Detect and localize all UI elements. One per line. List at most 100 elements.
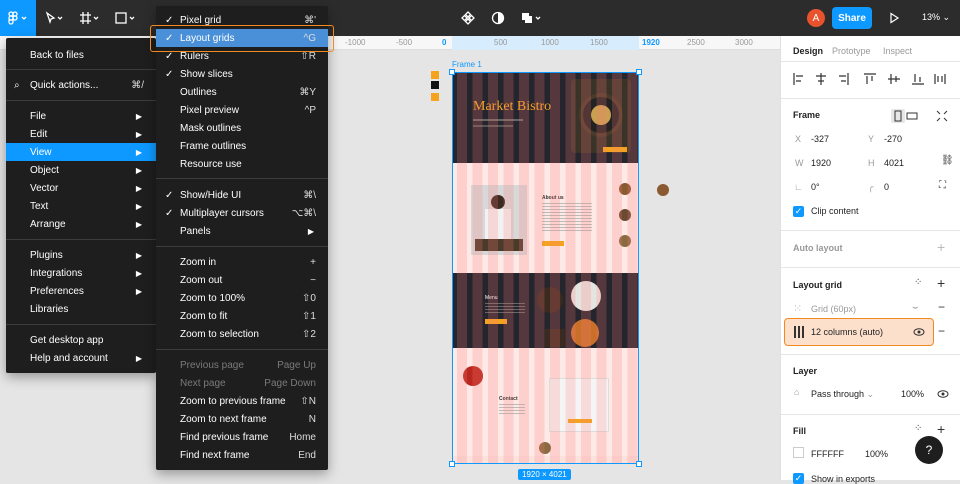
help-button[interactable]: ? (915, 436, 943, 464)
view-menu-item-zoom-to-previous-frame[interactable]: Zoom to previous frame ⇧N (156, 392, 328, 410)
view-menu-item-multiplayer-cursors[interactable]: ✓ Multiplayer cursors ⌥⌘\ (156, 204, 328, 222)
main-menu-item-file[interactable]: File ▶ (6, 107, 156, 125)
grid-styles-icon[interactable]: ⁘ (914, 277, 922, 288)
fill-opacity-field[interactable]: 100% (865, 449, 888, 459)
main-menu-item-help-and-account[interactable]: Help and account ▶ (6, 349, 156, 367)
view-menu-item-zoom-to-100[interactable]: Zoom to 100% ⇧0 (156, 289, 328, 307)
independent-corners-icon[interactable]: ⛶ (939, 180, 946, 191)
form-button (568, 419, 592, 423)
floating-image[interactable] (657, 184, 669, 196)
show-in-exports-checkbox[interactable]: ✓ (793, 473, 804, 484)
x-field[interactable]: -327 (811, 134, 829, 144)
eye-icon[interactable] (913, 327, 925, 337)
main-menu-item-vector[interactable]: Vector ▶ (6, 179, 156, 197)
view-menu-item-zoom-in[interactable]: Zoom in + (156, 253, 328, 271)
view-menu-item-pixel-grid[interactable]: ✓ Pixel grid ⌘' (156, 11, 328, 29)
view-menu-item-zoom-to-selection[interactable]: Zoom to selection ⇧2 (156, 325, 328, 343)
h-field[interactable]: 4021 (884, 158, 904, 168)
share-button[interactable]: Share (832, 7, 872, 29)
tab-inspect[interactable]: Inspect (883, 46, 912, 56)
view-menu-item-frame-outlines[interactable]: Frame outlines (156, 137, 328, 155)
frame-label[interactable]: Frame 1 (452, 60, 482, 69)
layer-opacity[interactable]: 100% (901, 389, 924, 399)
mask-tool[interactable] (488, 0, 508, 36)
view-menu-item-resource-use[interactable]: Resource use (156, 155, 328, 173)
menu-item-label: View (30, 146, 52, 158)
resize-handle[interactable] (449, 461, 455, 467)
eye-icon[interactable] (937, 389, 949, 399)
tab-prototype[interactable]: Prototype (832, 46, 871, 56)
view-menu-item-layout-grids[interactable]: ✓ Layout grids ^G (156, 29, 328, 47)
zoom-level[interactable]: 13% ⌄ (922, 12, 950, 23)
main-menu-item-view[interactable]: View ▶ (6, 143, 156, 161)
main-menu-item-back-to-files[interactable]: Back to files (6, 46, 156, 64)
blend-mode-select[interactable]: Pass through ⌄ (811, 389, 874, 400)
view-menu-item-show-slices[interactable]: ✓ Show slices (156, 65, 328, 83)
w-field[interactable]: 1920 (811, 158, 831, 168)
chef-image (471, 185, 527, 255)
resize-handle[interactable] (636, 461, 642, 467)
fill-styles-icon[interactable]: ⁘ (914, 423, 922, 434)
hero-image (571, 79, 631, 153)
grid-columns-row[interactable]: 12 columns (auto) (784, 318, 934, 346)
menu-text (485, 303, 525, 313)
fill-swatch[interactable] (793, 447, 804, 458)
y-field[interactable]: -270 (884, 134, 902, 144)
view-menu-item-rulers[interactable]: ✓ Rulers ⇧R (156, 47, 328, 65)
fill-hex-field[interactable]: FFFFFF (811, 449, 844, 459)
view-menu-item-zoom-to-next-frame[interactable]: Zoom to next frame N (156, 410, 328, 428)
view-menu-item-zoom-out[interactable]: Zoom out − (156, 271, 328, 289)
view-menu-item-find-previous-frame[interactable]: Find previous frame Home (156, 428, 328, 446)
view-menu-item-pixel-preview[interactable]: Pixel preview ^P (156, 101, 328, 119)
design-frame[interactable]: Market Bistro About us Menu Contact (452, 72, 639, 464)
main-menu-item-integrations[interactable]: Integrations ▶ (6, 264, 156, 282)
view-menu-item-mask-outlines[interactable]: Mask outlines (156, 119, 328, 137)
component-tool[interactable] (458, 0, 478, 36)
frame-section-title[interactable]: Frame (793, 110, 820, 120)
tab-design[interactable]: Design (793, 46, 823, 56)
swatch[interactable] (431, 71, 439, 79)
rectangle-icon (115, 12, 135, 24)
rotation-field[interactable]: 0° (811, 182, 820, 192)
main-menu-button[interactable] (0, 0, 36, 36)
view-menu-item-find-next-frame[interactable]: Find next frame End (156, 446, 328, 464)
main-menu-item-libraries[interactable]: Libraries (6, 300, 156, 318)
view-menu-item-previous-page[interactable]: Previous page Page Up (156, 356, 328, 374)
resize-handle[interactable] (449, 69, 455, 75)
view-menu-item-panels[interactable]: Panels ▶ (156, 222, 328, 240)
main-menu-item-arrange[interactable]: Arrange ▶ (6, 215, 156, 233)
remove-grid-icon[interactable]: − (938, 324, 945, 338)
view-menu-item-next-page[interactable]: Next page Page Down (156, 374, 328, 392)
swatch[interactable] (431, 93, 439, 101)
resize-handle[interactable] (636, 69, 642, 75)
move-tool[interactable] (36, 0, 72, 36)
add-auto-layout-icon[interactable]: + (937, 239, 945, 255)
view-menu-item-outlines[interactable]: Outlines ⌘Y (156, 83, 328, 101)
shape-tool[interactable] (108, 0, 144, 36)
grid-60px-label[interactable]: Grid (60px) (811, 304, 856, 314)
show-in-exports-label: Show in exports (811, 474, 876, 484)
swatch[interactable] (431, 81, 439, 89)
main-menu-item-object[interactable]: Object ▶ (6, 161, 156, 179)
eye-closed-icon[interactable]: ⌣ (912, 302, 919, 313)
main-menu-item-quick-actions[interactable]: ⌕ Quick actions... ⌘/ (6, 76, 156, 94)
menu-item-label: Next page (180, 377, 226, 389)
avatar[interactable]: A (807, 9, 825, 27)
menu-item-shortcut: ⇧N (300, 395, 316, 407)
main-menu-item-get-desktop-app[interactable]: Get desktop app (6, 331, 156, 349)
main-menu-item-edit[interactable]: Edit ▶ (6, 125, 156, 143)
main-menu-item-plugins[interactable]: Plugins ▶ (6, 246, 156, 264)
main-menu-item-text[interactable]: Text ▶ (6, 197, 156, 215)
constrain-proportions-icon[interactable]: ⛓ (941, 155, 954, 166)
add-fill-icon[interactable]: + (937, 421, 945, 437)
boolean-tool[interactable] (518, 0, 546, 36)
clip-content-checkbox[interactable]: ✓ (793, 206, 804, 217)
radius-field[interactable]: 0 (884, 182, 889, 192)
view-menu-item-zoom-to-fit[interactable]: Zoom to fit ⇧1 (156, 307, 328, 325)
add-grid-icon[interactable]: + (937, 275, 945, 291)
present-button[interactable] (888, 12, 900, 27)
frame-tool[interactable] (72, 0, 108, 36)
remove-grid-icon[interactable]: − (938, 300, 945, 314)
view-menu-item-show-hide-ui[interactable]: ✓ Show/Hide UI ⌘\ (156, 186, 328, 204)
main-menu-item-preferences[interactable]: Preferences ▶ (6, 282, 156, 300)
